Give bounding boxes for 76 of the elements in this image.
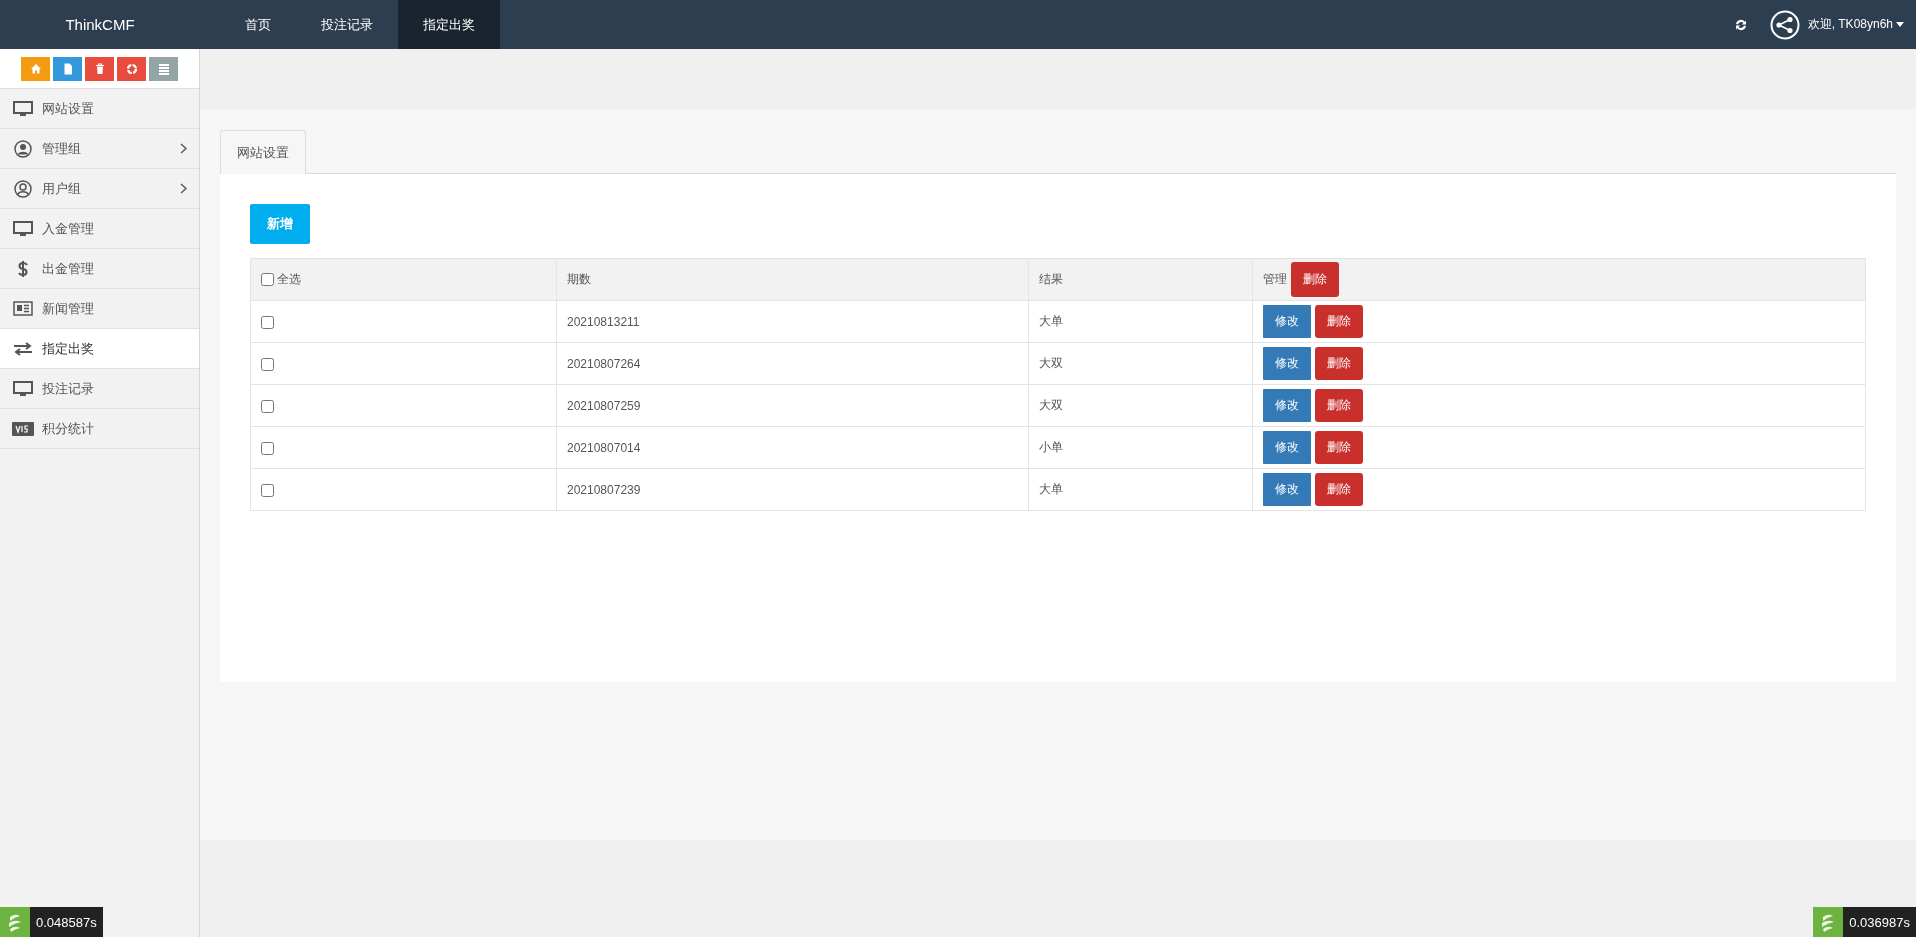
trace-logo-icon[interactable]: [1813, 907, 1844, 937]
column-header: 管理: [1263, 271, 1287, 288]
list-icon: [157, 63, 170, 75]
sidebar-menu-item[interactable]: 网站设置: [0, 89, 199, 129]
table-cell: 20210807259: [556, 384, 1029, 427]
sidebar-menu-item[interactable]: 出金管理: [0, 249, 199, 289]
table-cell: 小单: [1028, 426, 1253, 469]
dollar-icon: [17, 259, 29, 278]
menu-label: 投注记录: [42, 379, 95, 398]
menu-label: 管理组: [42, 139, 82, 158]
brand-logo[interactable]: ThinkCMF: [0, 0, 200, 49]
edit-button[interactable]: 修改: [1263, 389, 1311, 422]
table-cell: 大双: [1028, 342, 1253, 385]
refresh-icon[interactable]: [1733, 17, 1748, 32]
user-circle-icon: [14, 139, 32, 158]
edit-button[interactable]: 修改: [1263, 305, 1311, 338]
sidebar-menu-item[interactable]: 入金管理: [0, 209, 199, 249]
row-checkbox[interactable]: [261, 441, 274, 455]
table-cell: 20210807239: [556, 468, 1029, 511]
menu-label: 入金管理: [42, 219, 95, 238]
menu-label: 网站设置: [42, 99, 95, 118]
sidebar-menu-item[interactable]: 投注记录: [0, 369, 199, 409]
menu-label: 新闻管理: [42, 299, 95, 318]
table-header-cell: 结果: [1028, 258, 1253, 301]
tab[interactable]: 网站设置: [220, 130, 306, 174]
row-checkbox[interactable]: [261, 315, 274, 329]
nav-link[interactable]: 指定出奖: [398, 0, 500, 49]
select-all-checkbox[interactable]: [261, 272, 274, 286]
table-cell: 大单: [1028, 300, 1253, 343]
nav-link[interactable]: 首页: [220, 0, 296, 49]
exchange-arrows-icon: [13, 341, 33, 356]
sidebar-menu-item[interactable]: 指定出奖: [0, 329, 199, 369]
runtime-label: 0.036987s: [1843, 907, 1916, 937]
table-cell: 20210807014: [556, 426, 1029, 469]
sidebar-menu-item[interactable]: 积分统计: [0, 409, 199, 449]
delete-button[interactable]: 删除: [1315, 473, 1363, 506]
checkbox-label: 全选: [277, 270, 301, 288]
shortcut-button[interactable]: [149, 57, 178, 81]
table-header-cell: 期数: [556, 258, 1029, 301]
menu-label: 出金管理: [42, 259, 95, 278]
newspaper-icon: [13, 301, 33, 316]
table-cell: 大双: [1028, 384, 1253, 427]
shortcut-button[interactable]: [53, 57, 82, 81]
card-icon: [12, 421, 34, 436]
menu-label: 用户组: [42, 179, 82, 198]
user-icon: [14, 179, 32, 198]
nav-link[interactable]: 投注记录: [296, 0, 398, 49]
delete-button[interactable]: 删除: [1291, 262, 1339, 297]
table-cell: 大单: [1028, 468, 1253, 511]
menu-label: 指定出奖: [42, 339, 95, 358]
caret-icon: [1896, 22, 1904, 27]
monitor-icon: [13, 380, 33, 397]
runtime-label: 0.048587s: [30, 907, 103, 937]
delete-button[interactable]: 删除: [1315, 431, 1363, 464]
shortcut-button[interactable]: [85, 57, 114, 81]
shortcut-button[interactable]: [117, 57, 146, 81]
menu-label: 积分统计: [42, 419, 95, 438]
table-cell: 20210807264: [556, 342, 1029, 385]
user-menu[interactable]: 欢迎, TK08yn6h: [1807, 16, 1904, 33]
sidebar-menu-item[interactable]: 管理组: [0, 129, 199, 169]
monitor-icon: [13, 100, 33, 117]
delete-button[interactable]: 删除: [1315, 347, 1363, 380]
sidebar-menu-item[interactable]: 用户组: [0, 169, 199, 209]
monitor-icon: [13, 220, 33, 237]
edit-button[interactable]: 修改: [1263, 347, 1311, 380]
share-network-icon: [1769, 9, 1800, 40]
home-icon: [29, 63, 42, 75]
trash-icon: [93, 63, 106, 75]
edit-button[interactable]: 修改: [1263, 473, 1311, 506]
delete-button[interactable]: 删除: [1315, 305, 1363, 338]
row-checkbox[interactable]: [261, 399, 274, 413]
delete-button[interactable]: 删除: [1315, 389, 1363, 422]
row-checkbox[interactable]: [261, 357, 274, 371]
row-checkbox[interactable]: [261, 483, 274, 497]
edit-button[interactable]: 修改: [1263, 431, 1311, 464]
table-cell: 20210813211: [556, 300, 1029, 343]
